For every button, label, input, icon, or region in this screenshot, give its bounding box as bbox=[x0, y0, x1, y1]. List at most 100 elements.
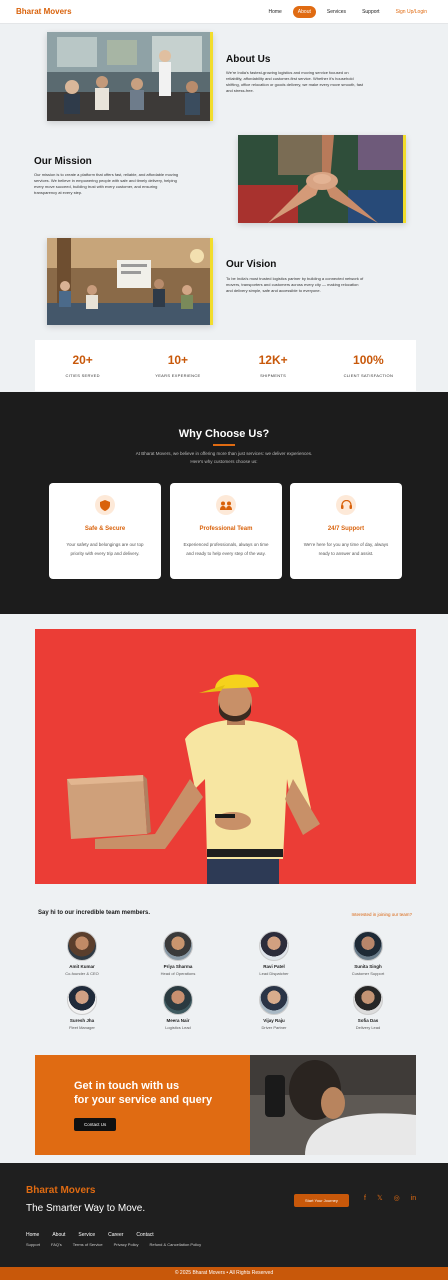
footer-tagline: The Smarter Way to Move. bbox=[26, 1203, 146, 1214]
delivery-hero-image bbox=[35, 629, 416, 884]
users-icon bbox=[216, 495, 236, 515]
avatar bbox=[259, 931, 289, 961]
team-member: Amit Kumar Co-founder & CEO bbox=[42, 931, 122, 976]
join-team-link[interactable]: Interested in joining our team? bbox=[351, 912, 412, 917]
facebook-icon[interactable]: f bbox=[364, 1195, 366, 1203]
feature-card-support: 24/7 Support We're here for you any time… bbox=[290, 483, 402, 579]
footer-link-refund[interactable]: Refund & Cancellation Policy bbox=[149, 1242, 201, 1247]
footer-link-about[interactable]: About bbox=[52, 1232, 65, 1238]
nav-about[interactable]: About bbox=[292, 5, 316, 18]
footer-link-career[interactable]: Career bbox=[108, 1232, 123, 1238]
footer-brand[interactable]: Bharat Movers bbox=[26, 1185, 95, 1196]
why-subtitle: At Bharat Movers, we believe in offering… bbox=[135, 451, 313, 464]
contact-banner: Get in touch with us for your service an… bbox=[35, 1055, 416, 1155]
stat-shipments: 12K+ SHIPMENTS bbox=[228, 353, 318, 378]
nav-links: Home About Services Support Sign Up/Logi… bbox=[263, 5, 432, 18]
footer-link-service[interactable]: Service bbox=[78, 1232, 95, 1238]
member-name: Sunita Singh bbox=[354, 964, 382, 969]
about-text: We're India's fastest-growing logistics … bbox=[226, 70, 364, 93]
mission-text: Our mission is to create a platform that… bbox=[34, 172, 179, 195]
card-text: Experienced professionals, always on tim… bbox=[183, 542, 269, 556]
member-role: Head of Operations bbox=[160, 971, 196, 976]
page: Bharat Movers Home About Services Suppor… bbox=[0, 0, 448, 1280]
vision-title: Our Vision bbox=[226, 259, 277, 270]
member-role: Lead Dispatcher bbox=[259, 971, 289, 976]
signup-login-link[interactable]: Sign Up/Login bbox=[391, 6, 432, 18]
brand-logo[interactable]: Bharat Movers bbox=[16, 7, 72, 16]
stat-value: 100% bbox=[353, 353, 384, 367]
team-member: Sofia Das Delivery Lead bbox=[328, 985, 408, 1030]
nav-home[interactable]: Home bbox=[263, 6, 286, 18]
avatar bbox=[67, 985, 97, 1015]
footer: Bharat Movers The Smarter Way to Move. S… bbox=[0, 1163, 448, 1280]
stats-bar: 20+ CITIES SERVED 10+ YEARS EXPERIENCE 1… bbox=[35, 340, 416, 391]
stat-cities: 20+ CITIES SERVED bbox=[38, 353, 128, 378]
instagram-icon[interactable]: ◎ bbox=[394, 1195, 400, 1203]
card-text: Your safety and belongings are our top p… bbox=[66, 542, 144, 556]
footer-link-privacy[interactable]: Privacy Policy bbox=[114, 1242, 139, 1247]
member-name: Amit Kumar bbox=[69, 964, 95, 969]
footer-link-support[interactable]: Support bbox=[26, 1242, 40, 1247]
about-image bbox=[47, 32, 213, 121]
social-links: f 𝕏 ◎ in bbox=[364, 1195, 416, 1203]
copyright-bar: © 2025 Bharat Movers • All Rights Reserv… bbox=[0, 1267, 448, 1280]
footer-link-terms[interactable]: Terms of Service bbox=[73, 1242, 103, 1247]
member-name: Ravi Patel bbox=[263, 964, 285, 969]
nav-services[interactable]: Services bbox=[322, 6, 351, 18]
team-member: Meera Nair Logistics Lead bbox=[138, 985, 218, 1030]
start-journey-button[interactable]: Start Your Journey bbox=[294, 1194, 349, 1207]
member-role: Fleet Manager bbox=[69, 1025, 95, 1030]
card-title: Professional Team bbox=[199, 526, 253, 532]
avatar bbox=[353, 985, 383, 1015]
stat-years: 10+ YEARS EXPERIENCE bbox=[133, 353, 223, 378]
vision-text: To be India's most trusted logistics par… bbox=[226, 276, 364, 293]
stat-label: SHIPMENTS bbox=[260, 373, 287, 378]
headset-icon bbox=[336, 495, 356, 515]
contact-title-line2: for your service and query bbox=[74, 1094, 213, 1106]
contact-photo bbox=[245, 1055, 416, 1155]
team-member: Vijay Raju Driver Partner bbox=[234, 985, 314, 1030]
member-name: Meera Nair bbox=[166, 1018, 190, 1023]
member-name: Vijay Raju bbox=[263, 1018, 285, 1023]
member-role: Co-founder & CEO bbox=[65, 971, 99, 976]
stat-value: 20+ bbox=[72, 353, 93, 367]
stat-value: 12K+ bbox=[258, 353, 288, 367]
stat-label: CITIES SERVED bbox=[65, 373, 100, 378]
contact-title: Get in touch with us for your service an… bbox=[74, 1079, 212, 1107]
stat-label: YEARS EXPERIENCE bbox=[155, 373, 201, 378]
footer-link-contact[interactable]: Contact bbox=[136, 1232, 153, 1238]
nav-support[interactable]: Support bbox=[357, 6, 385, 18]
avatar bbox=[163, 931, 193, 961]
card-title: Safe & Secure bbox=[84, 526, 126, 532]
why-choose-section: Why Choose Us? At Bharat Movers, we beli… bbox=[0, 392, 448, 614]
card-text: We're here for you any time of day, alwa… bbox=[303, 542, 389, 556]
footer-link-home[interactable]: Home bbox=[26, 1232, 39, 1238]
member-name: Sofia Das bbox=[357, 1018, 379, 1023]
member-role: Delivery Lead bbox=[355, 1025, 381, 1030]
vision-image bbox=[47, 238, 213, 325]
team-heading: Say hi to our incredible team members. bbox=[38, 910, 151, 916]
mission-image bbox=[238, 135, 406, 223]
member-role: Customer Support bbox=[351, 971, 385, 976]
team-member: Ravi Patel Lead Dispatcher bbox=[234, 931, 314, 976]
contact-us-button[interactable]: Contact Us bbox=[74, 1118, 117, 1131]
member-role: Logistics Lead bbox=[165, 1025, 191, 1030]
stat-satisfaction: 100% CLIENT SATISFACTION bbox=[323, 353, 413, 378]
avatar bbox=[259, 985, 289, 1015]
footer-main-links: Home About Service Career Contact bbox=[26, 1232, 154, 1238]
mission-title: Our Mission bbox=[34, 156, 92, 167]
linkedin-icon[interactable]: in bbox=[411, 1195, 416, 1203]
team-member: Priya Sharma Head of Operations bbox=[138, 931, 218, 976]
title-underline bbox=[213, 444, 235, 446]
avatar bbox=[163, 985, 193, 1015]
member-role: Driver Partner bbox=[261, 1025, 287, 1030]
team-member: Sunita Singh Customer Support bbox=[328, 931, 408, 976]
x-icon[interactable]: 𝕏 bbox=[377, 1195, 383, 1203]
about-title: About Us bbox=[226, 54, 271, 65]
avatar bbox=[67, 931, 97, 961]
team-member: Suresh Jha Fleet Manager bbox=[42, 985, 122, 1030]
footer-link-faqs[interactable]: FAQ's bbox=[51, 1242, 62, 1247]
contact-title-line1: Get in touch with us bbox=[74, 1080, 180, 1092]
why-title: Why Choose Us? bbox=[178, 428, 270, 440]
feature-card-team: Professional Team Experienced profession… bbox=[170, 483, 282, 579]
